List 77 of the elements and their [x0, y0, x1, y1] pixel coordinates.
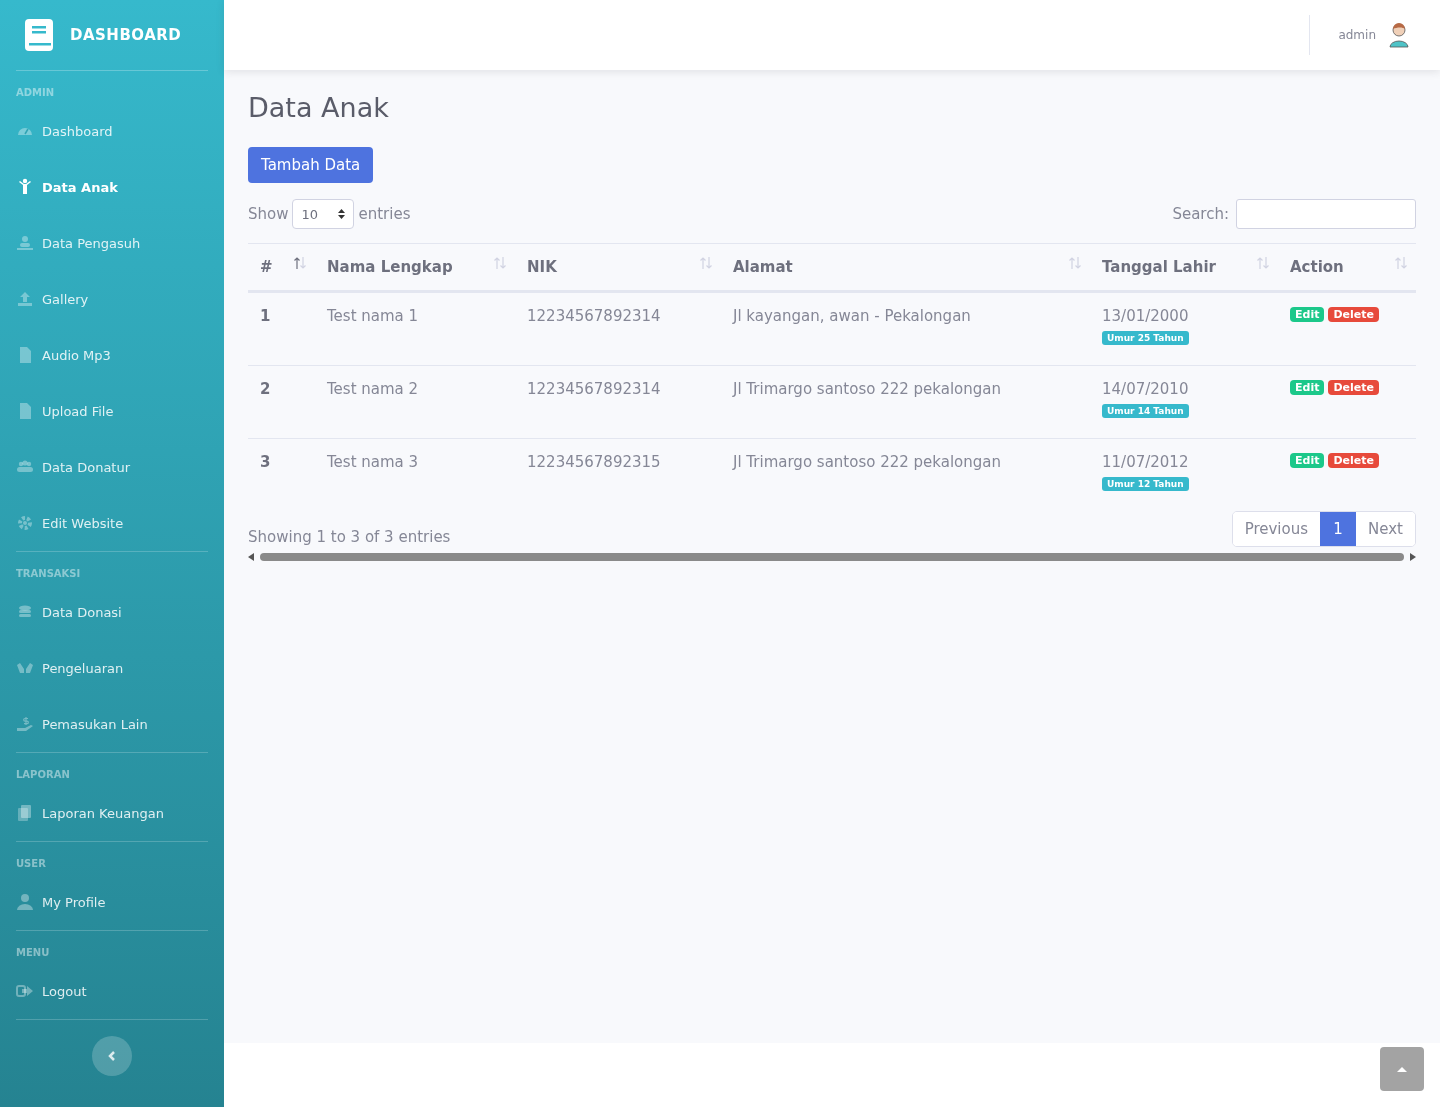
- user-name[interactable]: admin: [1338, 28, 1376, 42]
- entries-info: Showing 1 to 3 of 3 entries: [248, 527, 451, 546]
- column-header[interactable]: Action: [1278, 243, 1416, 292]
- search-field[interactable]: [1236, 199, 1416, 229]
- show-label: Show: [248, 205, 289, 223]
- edit-button[interactable]: Edit: [1290, 453, 1325, 468]
- section-heading: MENU: [16, 947, 51, 960]
- table-cell: 14/07/2010: [1102, 380, 1189, 398]
- sidebar-item[interactable]: Dashboard: [16, 103, 208, 159]
- upload-icon: [16, 290, 34, 308]
- horizontal-scrollbar[interactable]: [248, 551, 1416, 563]
- pagination-button[interactable]: 1: [1320, 512, 1357, 546]
- column-header[interactable]: Nama Lengkap: [315, 243, 515, 292]
- table-cell: 2: [260, 380, 271, 398]
- table-cell: Jl Trimargo santoso 222 pekalongan: [733, 453, 1001, 471]
- delete-button[interactable]: Delete: [1328, 453, 1379, 468]
- age-badge: Umur 25 Tahun: [1102, 331, 1189, 345]
- column-header[interactable]: Alamat: [721, 243, 1090, 292]
- column-header[interactable]: NIK: [515, 243, 721, 292]
- section-heading: ADMIN: [16, 87, 56, 100]
- scroll-left-icon[interactable]: [248, 553, 254, 561]
- table-cell: 13/01/2000: [1102, 307, 1189, 325]
- section-heading: USER: [16, 858, 47, 871]
- entries-label: entries: [358, 205, 411, 223]
- book-icon: [24, 19, 54, 51]
- section-heading: TRANSAKSI: [16, 568, 82, 581]
- add-data-button[interactable]: Tambah Data: [248, 147, 374, 183]
- page-title: Data Anak: [248, 92, 390, 123]
- table-cell: Test nama 3: [327, 453, 419, 471]
- table-cell: Test nama 2: [327, 380, 419, 398]
- table-cell: Jl kayangan, awan - Pekalongan: [733, 307, 971, 325]
- sidebar-item[interactable]: Gallery: [16, 271, 208, 327]
- scroll-right-icon[interactable]: [1410, 553, 1416, 561]
- sidebar-item[interactable]: Logout: [16, 963, 208, 1019]
- sidebar-toggle-button[interactable]: [92, 1036, 132, 1076]
- hand-coin-icon: [16, 715, 34, 733]
- settings-icon: [16, 514, 34, 532]
- delete-button[interactable]: Delete: [1328, 307, 1379, 322]
- sidebar-item[interactable]: Pemasukan Lain: [16, 696, 208, 752]
- sidebar-item[interactable]: Audio Mp3: [16, 327, 208, 383]
- column-header[interactable]: #: [248, 243, 315, 292]
- sidebar-item[interactable]: Pengeluaran: [16, 640, 208, 696]
- age-badge: Umur 12 Tahun: [1102, 477, 1189, 491]
- column-header[interactable]: Tanggal Lahir: [1090, 243, 1278, 292]
- table-cell: 3: [260, 453, 271, 471]
- copy-icon: [16, 804, 34, 822]
- caret-up-icon: [1396, 1065, 1408, 1073]
- avatar-icon[interactable]: [1388, 22, 1410, 48]
- entries-select[interactable]: 10: [292, 199, 355, 229]
- user-icon: [16, 893, 34, 911]
- scroll-to-top-button[interactable]: [1380, 1047, 1424, 1091]
- sidebar-item[interactable]: Data Donatur: [16, 439, 208, 495]
- table-cell: 12234567892314: [527, 380, 661, 398]
- table-cell: 11/07/2012: [1102, 453, 1189, 471]
- delete-button[interactable]: Delete: [1328, 380, 1379, 395]
- chevron-left-icon: [107, 1050, 117, 1062]
- search-label: Search:: [1172, 205, 1229, 223]
- edit-button[interactable]: Edit: [1290, 380, 1325, 395]
- table-cell: 1: [260, 307, 271, 325]
- sidebar-item[interactable]: Data Anak: [16, 159, 208, 215]
- person-desk-icon: [16, 234, 34, 252]
- section-heading: LAPORAN: [16, 769, 71, 782]
- sort-caret-icon: [338, 209, 346, 219]
- sidebar-item[interactable]: Data Pengasuh: [16, 215, 208, 271]
- age-badge: Umur 14 Tahun: [1102, 404, 1189, 418]
- sidebar-item[interactable]: Upload File: [16, 383, 208, 439]
- table-cell: 12234567892315: [527, 453, 661, 471]
- sidebar-item[interactable]: Laporan Keuangan: [16, 785, 208, 841]
- brand-title: DASHBOARD: [70, 26, 182, 44]
- table-cell: 12234567892314: [527, 307, 661, 325]
- sidebar-item[interactable]: Data Donasi: [16, 584, 208, 640]
- logout-icon: [16, 982, 34, 1000]
- table-cell: Test nama 1: [327, 307, 419, 325]
- table-cell: Jl Trimargo santoso 222 pekalongan: [733, 380, 1001, 398]
- sidebar-item[interactable]: Edit Website: [16, 495, 208, 551]
- edit-button[interactable]: Edit: [1290, 307, 1325, 322]
- sidebar-item[interactable]: My Profile: [16, 874, 208, 930]
